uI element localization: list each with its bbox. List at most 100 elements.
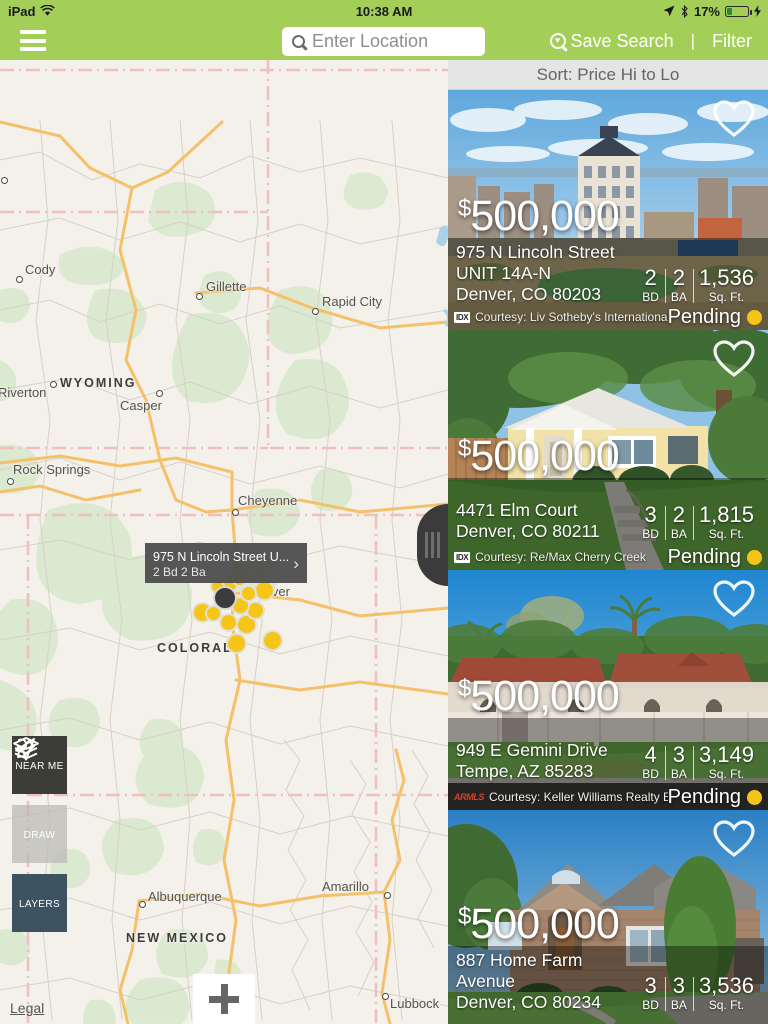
listing-stats: 3 BD 3 BA 3,536 Sq. Ft. [636, 974, 760, 1013]
status-badge: Pending [668, 786, 762, 809]
city-dot [312, 308, 319, 315]
app-screen: iPad 10:38 AM 17% Enter Location ♥ Save … [0, 0, 768, 1024]
stat-sqft: 1,536 Sq. Ft. [692, 265, 760, 305]
nav-actions: ♥ Save Search | Filter [549, 22, 752, 60]
status-badge: Pending [668, 546, 762, 569]
map-label-wyoming: WYOMING [60, 376, 137, 390]
status-label: Pending [667, 785, 741, 808]
baths-value: 3 [672, 973, 686, 998]
search-input[interactable]: Enter Location [282, 27, 485, 56]
listing-courtesy: Courtesy: Re/Max Cherry Creek [475, 550, 646, 564]
draw-label: DRAW [23, 830, 56, 841]
status-label: Pending [667, 305, 741, 328]
favorite-heart-icon[interactable] [713, 580, 755, 618]
map-pin[interactable] [226, 633, 247, 654]
baths-value: 2 [672, 502, 686, 527]
filter-button[interactable]: Filter [712, 31, 752, 52]
sort-button[interactable]: Sort: Price Hi to Lo [448, 60, 768, 90]
map-label-riverton: Riverton [0, 385, 47, 400]
city-dot [382, 993, 389, 1000]
favorite-heart-icon[interactable] [713, 340, 755, 378]
baths-unit: BA [670, 767, 687, 781]
city-dot [232, 509, 239, 516]
beds-unit: BD [642, 998, 659, 1012]
price-value: 500,000 [470, 672, 619, 720]
listing-stats: 4 BD 3 BA 3,149 Sq. Ft. [636, 743, 760, 782]
price-value: 500,000 [470, 192, 619, 240]
zoom-in-button[interactable] [193, 974, 255, 1024]
listing-address: 887 Home Farm Avenue Denver, CO 80234 [456, 950, 636, 1013]
sqft-unit: Sq. Ft. [708, 527, 745, 541]
price-value: 500,000 [470, 432, 619, 480]
status-bar-time: 10:38 AM [355, 3, 413, 19]
map-label-casper: Casper [120, 398, 162, 413]
map-callout-title: 975 N Lincoln Street U... [153, 550, 290, 564]
location-arrow-icon [663, 5, 675, 17]
sqft-unit: Sq. Ft. [708, 767, 745, 781]
sqft-value: 3,149 [698, 742, 754, 767]
baths-unit: BA [670, 290, 687, 304]
currency-symbol: $ [458, 195, 471, 222]
listing-price: $500,000 [458, 192, 620, 240]
stat-baths: 3 BA [664, 742, 693, 782]
status-bar-right: 17% [663, 4, 761, 19]
map-pin[interactable] [262, 630, 283, 651]
sqft-value: 1,536 [698, 265, 754, 290]
chevron-right-icon: › [293, 554, 299, 573]
favorite-heart-icon[interactable] [713, 820, 755, 858]
listing-price: $500,000 [458, 432, 620, 480]
status-label: Pending [667, 545, 741, 568]
layers-button[interactable]: LAYERS [12, 737, 67, 932]
listing-address: 4471 Elm Court Denver, CO 80211 [456, 500, 636, 542]
beds-value: 3 [644, 502, 657, 527]
address-line: Denver, CO 80211 [456, 521, 600, 541]
status-bar: iPad 10:38 AM 17% [0, 0, 768, 22]
map-pin[interactable] [219, 613, 238, 632]
address-line: UNIT 14A-N [456, 263, 551, 283]
stat-sqft: 3,149 Sq. Ft. [692, 742, 760, 782]
map-label-lubbock: Lubbock [390, 996, 440, 1011]
stat-baths: 3 BA [664, 973, 693, 1013]
stat-sqft: 1,815 Sq. Ft. [692, 503, 760, 542]
draw-button[interactable]: DRAW [12, 738, 67, 863]
city-dot [384, 892, 391, 899]
map-callout[interactable]: 975 N Lincoln Street U... 2 Bd 2 Ba › [145, 543, 307, 583]
stat-beds: 4 BD [636, 743, 665, 782]
listing-card[interactable]: $500,000 975 N Lincoln Street UNIT 14A-N… [448, 90, 768, 330]
hamburger-menu-icon[interactable] [20, 30, 46, 51]
map-view[interactable]: Billings Cody Gillette Rapid City Rivert… [0, 60, 448, 1024]
legal-link[interactable]: Legal [10, 1000, 44, 1016]
beds-unit: BD [642, 767, 659, 781]
mls-badge: IDX [454, 551, 471, 563]
layers-label: LAYERS [18, 899, 61, 910]
map-pin-selected[interactable] [213, 586, 237, 610]
top-navigation-bar: Enter Location ♥ Save Search | Filter [0, 22, 768, 60]
near-me-label: NEAR ME [15, 761, 64, 772]
listing-card[interactable]: $500,000 887 Home Farm Avenue Denver, CO… [448, 810, 768, 1024]
sqft-unit: Sq. Ft. [708, 290, 745, 304]
map-pin[interactable] [254, 580, 275, 601]
listing-footer: IDX Courtesy: Liv Sotheby's Internationa… [448, 304, 768, 330]
stat-beds: 3 BD [636, 974, 665, 1013]
status-badge: Pending [668, 306, 762, 329]
stat-sqft: 3,536 Sq. Ft. [692, 974, 760, 1013]
baths-value: 3 [672, 742, 686, 767]
listing-courtesy: Courtesy: Keller Williams Realty East Va… [489, 790, 668, 804]
price-value: 500,000 [470, 900, 619, 948]
layers-icon [13, 737, 39, 760]
address-line: Avenue [456, 971, 516, 991]
map-label-cheyenne: Cheyenne [238, 493, 298, 508]
map-label-rapid-city: Rapid City [322, 294, 382, 309]
city-dot [156, 390, 163, 397]
battery-icon [725, 5, 752, 17]
map-label-amarillo: Amarillo [322, 879, 369, 894]
map-label-rock-springs: Rock Springs [13, 462, 91, 477]
baths-value: 2 [672, 265, 686, 290]
map-pin[interactable] [240, 585, 257, 602]
save-search-button[interactable]: ♥ Save Search [549, 31, 674, 52]
beds-value: 4 [644, 742, 657, 767]
baths-unit: BA [670, 998, 687, 1012]
favorite-heart-icon[interactable] [713, 100, 755, 138]
listing-card[interactable]: $500,000 949 E Gemini Drive Tempe, AZ 85… [448, 570, 768, 810]
listing-card[interactable]: $500,000 4471 Elm Court Denver, CO 80211… [448, 330, 768, 570]
